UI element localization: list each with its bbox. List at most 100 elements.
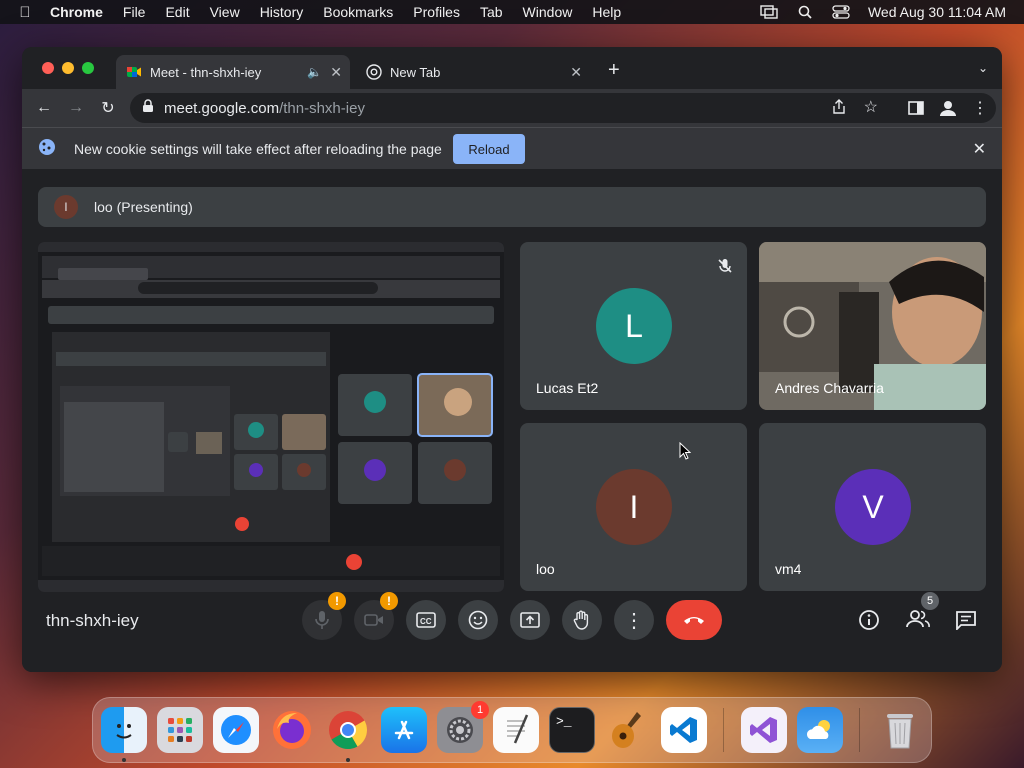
participant-tile-lucas[interactable]: L Lucas Et2 (520, 242, 747, 410)
safari-icon[interactable] (213, 707, 259, 753)
camera-button[interactable]: ! (354, 592, 398, 640)
participant-tile-vm4[interactable]: V vm4 (759, 423, 986, 591)
launchpad-icon[interactable] (157, 707, 203, 753)
close-window-button[interactable] (42, 62, 54, 74)
tab-title: Meet - thn-shxh-iey (150, 64, 262, 80)
bookmark-star-icon[interactable]: ☆ (864, 97, 878, 117)
back-arrow-icon[interactable]: ← (34, 98, 54, 118)
trash-icon[interactable] (877, 707, 923, 753)
vscode-icon[interactable] (661, 707, 707, 753)
present-button[interactable] (510, 600, 550, 640)
menu-window[interactable]: Window (523, 4, 573, 20)
camera-icon (364, 614, 383, 626)
browser-toolbar: ← → ↻ meet.google.com/thn-shxh-iey ☆ ⋮ (22, 89, 1002, 127)
muted-mic-icon (717, 258, 733, 279)
google-meet-favicon-icon (126, 64, 142, 80)
close-tab-icon[interactable]: ✕ (330, 64, 342, 81)
menu-tab[interactable]: Tab (480, 4, 503, 20)
mouse-pointer-icon (679, 442, 691, 460)
menu-bookmarks[interactable]: Bookmarks (323, 4, 393, 20)
camera-warning-badge: ! (380, 592, 398, 610)
settings-notification-badge: 1 (471, 701, 489, 719)
weather-icon[interactable] (797, 707, 843, 753)
tab-title: New Tab (390, 64, 441, 80)
spotlight-search-icon[interactable] (796, 5, 814, 19)
dock: 1 >_ (92, 697, 932, 763)
captions-icon: CC (416, 612, 436, 628)
svg-text:CC: CC (420, 617, 432, 626)
tab-search-chevron-icon[interactable]: ⌄ (978, 61, 988, 75)
raise-hand-button[interactable] (562, 600, 602, 640)
visual-studio-icon[interactable] (741, 707, 787, 753)
participant-name: Lucas Et2 (536, 380, 599, 396)
reload-icon[interactable]: ↻ (98, 98, 118, 118)
participant-tile-andres[interactable]: Andres Chavarria (759, 242, 986, 410)
presenting-label: loo (Presenting) (94, 199, 193, 215)
menu-app[interactable]: Chrome (50, 4, 103, 20)
shared-screen-image (38, 242, 504, 592)
tab-meet[interactable]: Meet - thn-shxh-iey 🔈 ✕ (116, 55, 350, 89)
mic-warning-badge: ! (328, 592, 346, 610)
menu-help[interactable]: Help (592, 4, 621, 20)
menu-history[interactable]: History (260, 4, 304, 20)
presenter-avatar: l (54, 195, 78, 219)
app-store-icon[interactable] (381, 707, 427, 753)
zoom-window-button[interactable] (82, 62, 94, 74)
mic-button[interactable]: ! (302, 592, 346, 640)
menu-file[interactable]: File (123, 4, 146, 20)
people-icon[interactable] (906, 609, 930, 634)
chrome-favicon-icon (366, 64, 382, 80)
chat-icon[interactable] (955, 610, 977, 635)
textedit-icon[interactable] (493, 707, 539, 753)
infobar-message: New cookie settings will take effect aft… (74, 140, 442, 157)
more-options-button[interactable]: ⋮ (614, 600, 654, 640)
leave-call-button[interactable] (666, 600, 722, 640)
cookie-infobar: New cookie settings will take effect aft… (22, 127, 1002, 169)
menu-bar:  Chrome File Edit View History Bookmark… (0, 0, 1024, 24)
lock-icon[interactable] (142, 99, 154, 117)
present-screen-icon (520, 612, 540, 628)
garageband-icon[interactable] (605, 707, 651, 753)
participant-avatar: I (596, 469, 672, 545)
share-icon[interactable] (832, 99, 846, 119)
finder-icon[interactable] (101, 707, 147, 753)
url-path: /thn-shxh-iey (279, 99, 365, 117)
screen-mirroring-icon[interactable] (760, 5, 778, 19)
control-center-icon[interactable] (832, 5, 850, 19)
url-host: meet.google.com (164, 99, 280, 117)
close-tab-icon[interactable]: ✕ (570, 64, 582, 81)
terminal-icon[interactable]: >_ (549, 707, 595, 753)
raise-hand-icon (573, 610, 589, 630)
apple-icon[interactable]:  (14, 4, 36, 21)
tab-new-tab[interactable]: New Tab ✕ (356, 55, 590, 89)
cookie-icon (38, 138, 56, 159)
shared-screen-view[interactable] (38, 242, 504, 592)
close-infobar-icon[interactable]: ✕ (973, 139, 986, 159)
firefox-icon[interactable] (269, 707, 315, 753)
clock[interactable]: Wed Aug 30 11:04 AM (868, 4, 1006, 20)
minimize-window-button[interactable] (62, 62, 74, 74)
meeting-details-icon[interactable] (858, 609, 880, 636)
reload-button[interactable]: Reload (453, 134, 525, 164)
emoji-icon (468, 610, 488, 630)
participant-tile-loo[interactable]: I loo (520, 423, 747, 591)
menu-edit[interactable]: Edit (165, 4, 189, 20)
chrome-menu-icon[interactable]: ⋮ (970, 98, 990, 118)
forward-arrow-icon[interactable]: → (66, 98, 86, 118)
system-settings-icon[interactable]: 1 (437, 701, 489, 753)
chrome-icon[interactable] (325, 707, 371, 753)
audio-playing-icon[interactable]: 🔈 (307, 65, 322, 79)
menu-view[interactable]: View (210, 4, 240, 20)
profile-avatar-icon[interactable] (938, 98, 958, 118)
tab-strip: Meet - thn-shxh-iey 🔈 ✕ New Tab ✕ + ⌄ (22, 47, 1002, 89)
new-tab-plus-icon[interactable]: + (608, 59, 620, 82)
emoji-button[interactable] (458, 600, 498, 640)
side-panel-icon[interactable] (906, 98, 926, 118)
meeting-code: thn-shxh-iey (46, 611, 139, 630)
participant-avatar: V (835, 469, 911, 545)
browser-window: Meet - thn-shxh-iey 🔈 ✕ New Tab ✕ + ⌄ ← … (22, 47, 1002, 672)
address-bar[interactable]: meet.google.com/thn-shxh-iey ☆ (130, 93, 996, 123)
captions-button[interactable]: CC (406, 600, 446, 640)
mic-icon (315, 611, 329, 629)
menu-profiles[interactable]: Profiles (413, 4, 460, 20)
